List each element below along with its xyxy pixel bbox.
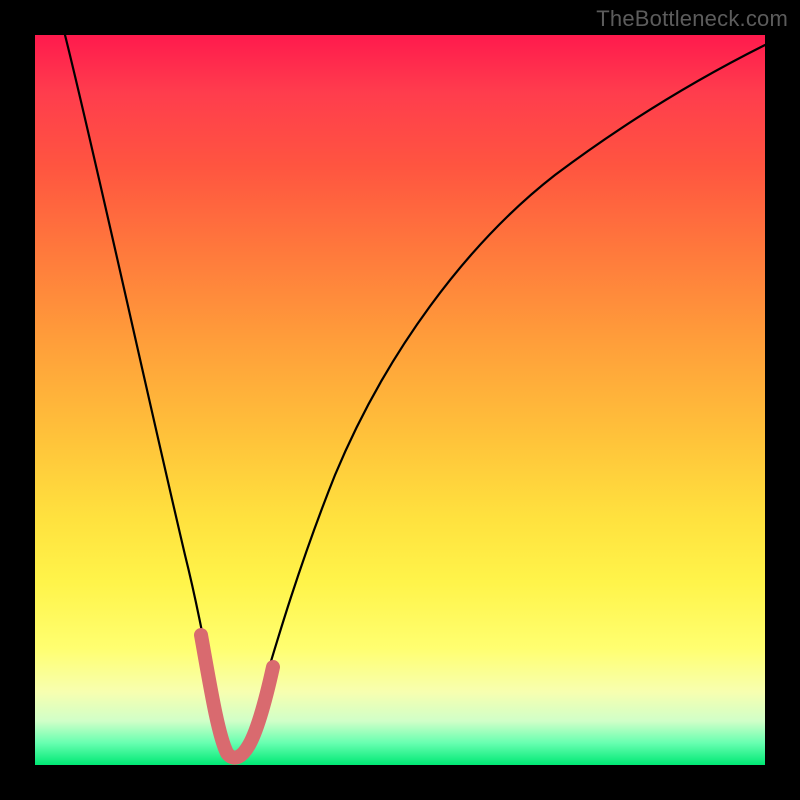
bottleneck-curve	[65, 35, 765, 757]
curve-layer	[35, 35, 765, 765]
bottleneck-minimum-band	[201, 635, 273, 758]
plot-area	[35, 35, 765, 765]
outer-frame: TheBottleneck.com	[0, 0, 800, 800]
watermark-text: TheBottleneck.com	[596, 6, 788, 32]
